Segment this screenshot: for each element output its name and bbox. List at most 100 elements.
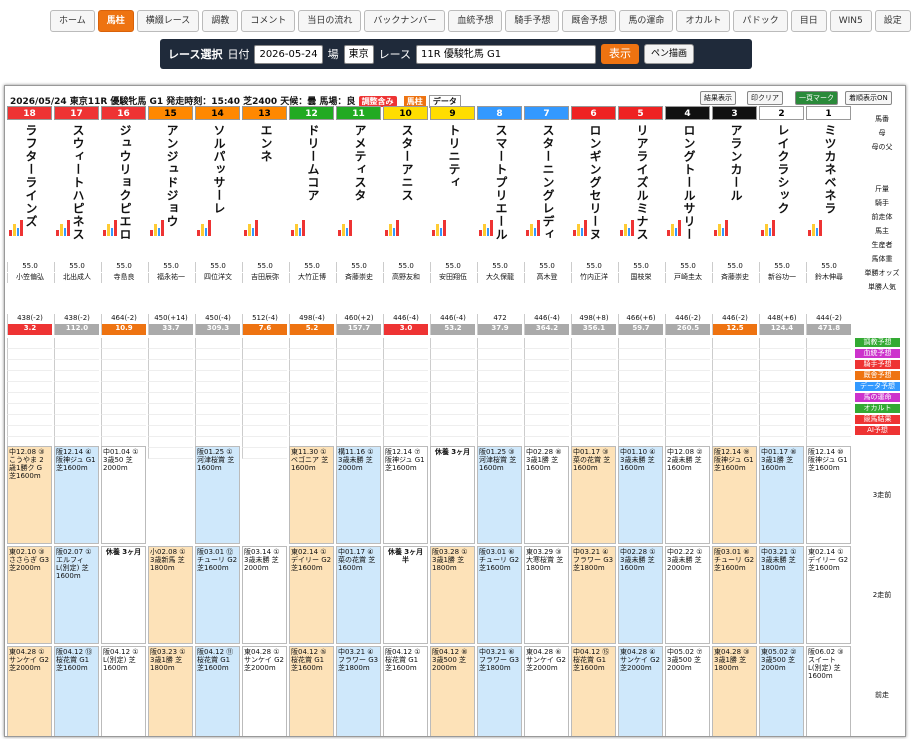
prediction-cell[interactable] bbox=[806, 371, 851, 382]
horse-name[interactable]: ジュウリョクピエロ bbox=[117, 124, 134, 241]
prediction-cell[interactable] bbox=[618, 360, 663, 371]
past-race-cell[interactable]: 小02.08 ① 3歳新馬 芝1800m bbox=[148, 546, 193, 644]
prediction-cell[interactable] bbox=[148, 382, 193, 393]
past-race-cell[interactable]: 阪03.01 ⑥ チューリ G2 芝1600m bbox=[477, 546, 522, 644]
prediction-cell[interactable] bbox=[336, 415, 381, 426]
prediction-cell[interactable] bbox=[477, 382, 522, 393]
prediction-cell[interactable] bbox=[289, 338, 334, 349]
prediction-cell[interactable] bbox=[54, 426, 99, 437]
prediction-cell[interactable] bbox=[383, 415, 428, 426]
nav-button[interactable]: 当日の流れ bbox=[298, 10, 362, 32]
nav-button[interactable]: ホーム bbox=[50, 10, 95, 32]
prediction-cell[interactable] bbox=[806, 426, 851, 437]
prediction-cell[interactable] bbox=[477, 338, 522, 349]
prediction-cell[interactable] bbox=[806, 360, 851, 371]
prediction-cell[interactable] bbox=[759, 338, 804, 349]
prediction-cell[interactable] bbox=[336, 360, 381, 371]
nav-button[interactable]: WIN5 bbox=[829, 10, 872, 32]
prediction-cell[interactable] bbox=[383, 404, 428, 415]
prediction-cell[interactable] bbox=[195, 404, 240, 415]
pen-button[interactable]: ペン描画 bbox=[644, 44, 695, 64]
prediction-cell[interactable] bbox=[148, 426, 193, 437]
prediction-cell[interactable] bbox=[383, 360, 428, 371]
nav-button[interactable]: バックナンバー bbox=[364, 10, 446, 32]
prediction-cell[interactable] bbox=[195, 349, 240, 360]
prediction-cell[interactable] bbox=[289, 360, 334, 371]
prediction-cell[interactable] bbox=[7, 415, 52, 426]
nav-button[interactable]: 騎手予想 bbox=[505, 10, 560, 32]
prediction-cell[interactable] bbox=[289, 382, 334, 393]
prediction-cell[interactable] bbox=[101, 404, 146, 415]
prediction-cell[interactable] bbox=[148, 349, 193, 360]
prediction-cell[interactable] bbox=[477, 415, 522, 426]
prediction-cell[interactable] bbox=[383, 349, 428, 360]
prediction-cell[interactable] bbox=[195, 371, 240, 382]
prediction-cell[interactable] bbox=[54, 415, 99, 426]
prediction-cell[interactable] bbox=[54, 382, 99, 393]
prediction-cell[interactable] bbox=[289, 426, 334, 437]
prediction-cell[interactable] bbox=[54, 393, 99, 404]
prediction-cell[interactable] bbox=[289, 393, 334, 404]
prediction-cell[interactable] bbox=[148, 404, 193, 415]
prediction-cell[interactable] bbox=[524, 338, 569, 349]
past-race-cell[interactable]: 休養 3ヶ月半 bbox=[383, 546, 428, 644]
prediction-cell[interactable] bbox=[7, 426, 52, 437]
prediction-cell[interactable] bbox=[101, 338, 146, 349]
prediction-cell[interactable] bbox=[336, 382, 381, 393]
past-race-cell[interactable]: 東02.14 ① デイリー G2 芝1600m bbox=[289, 546, 334, 644]
prediction-cell[interactable] bbox=[430, 382, 475, 393]
prediction-cell[interactable] bbox=[571, 338, 616, 349]
prediction-cell[interactable] bbox=[759, 382, 804, 393]
prediction-cell[interactable] bbox=[618, 382, 663, 393]
past-race-cell[interactable]: 東03.29 ③ 大寒桜賞 芝1800m bbox=[524, 546, 569, 644]
prediction-cell[interactable] bbox=[289, 415, 334, 426]
horse-name[interactable]: レイクラシック bbox=[775, 124, 792, 215]
prediction-cell[interactable] bbox=[101, 382, 146, 393]
prediction-cell[interactable] bbox=[712, 415, 757, 426]
header-button[interactable]: 結果表示 bbox=[700, 91, 736, 105]
prediction-cell[interactable] bbox=[54, 349, 99, 360]
prediction-cell[interactable] bbox=[524, 349, 569, 360]
past-race-cell[interactable]: 中02.28 ① 3歳未勝 芝1600m bbox=[618, 546, 663, 644]
prediction-cell[interactable] bbox=[477, 349, 522, 360]
horse-name[interactable]: ミツカネベネラ bbox=[822, 124, 839, 215]
prediction-cell[interactable] bbox=[524, 415, 569, 426]
prediction-cell[interactable] bbox=[712, 382, 757, 393]
horse-name[interactable]: スターアニス bbox=[399, 124, 416, 202]
past-race-cell[interactable]: 東05.02 ② 3歳500 芝2000m bbox=[759, 646, 804, 736]
prediction-cell[interactable] bbox=[665, 382, 710, 393]
past-race-cell[interactable]: 中03.21 ④ フラワー G3 芝1800m bbox=[571, 546, 616, 644]
prediction-cell[interactable] bbox=[242, 382, 287, 393]
prediction-cell[interactable] bbox=[148, 338, 193, 349]
prediction-cell[interactable] bbox=[430, 349, 475, 360]
prediction-cell[interactable] bbox=[665, 371, 710, 382]
prediction-cell[interactable] bbox=[242, 404, 287, 415]
past-race-cell[interactable]: 阪04.12 ⑤ 桜花賞 G1 芝1600m bbox=[289, 646, 334, 736]
prediction-cell[interactable] bbox=[101, 415, 146, 426]
prediction-cell[interactable] bbox=[242, 448, 287, 459]
prediction-cell[interactable] bbox=[101, 393, 146, 404]
prediction-cell[interactable] bbox=[242, 415, 287, 426]
prediction-cell[interactable] bbox=[195, 415, 240, 426]
prediction-cell[interactable] bbox=[242, 437, 287, 448]
prediction-cell[interactable] bbox=[336, 404, 381, 415]
prediction-cell[interactable] bbox=[759, 415, 804, 426]
prediction-cell[interactable] bbox=[571, 371, 616, 382]
prediction-cell[interactable] bbox=[7, 360, 52, 371]
prediction-cell[interactable] bbox=[430, 393, 475, 404]
past-race-cell[interactable]: 東04.28 ③ 3歳1勝 芝1800m bbox=[712, 646, 757, 736]
past-race-cell[interactable]: 中02.22 ① 3歳未勝 芝2000m bbox=[665, 546, 710, 644]
past-race-cell[interactable]: 阪06.02 ③ スイート L(別定) 芝1600m bbox=[806, 646, 851, 736]
prediction-cell[interactable] bbox=[665, 349, 710, 360]
past-race-cell[interactable]: 中01.17 ③ 菜の花賞 芝1600m bbox=[571, 446, 616, 544]
past-race-cell[interactable]: 休養 3ヶ月 bbox=[430, 446, 475, 544]
prediction-cell[interactable] bbox=[665, 426, 710, 437]
prediction-cell[interactable] bbox=[618, 426, 663, 437]
prediction-cell[interactable] bbox=[618, 415, 663, 426]
prediction-cell[interactable] bbox=[524, 404, 569, 415]
past-race-cell[interactable]: 阪04.12 ⑪ 桜花賞 G1 芝1600m bbox=[195, 646, 240, 736]
past-race-cell[interactable]: 阪03.01 ⑧ チューリ G2 芝1600m bbox=[712, 546, 757, 644]
prediction-cell[interactable] bbox=[712, 371, 757, 382]
prediction-cell[interactable] bbox=[665, 404, 710, 415]
prediction-cell[interactable] bbox=[148, 393, 193, 404]
